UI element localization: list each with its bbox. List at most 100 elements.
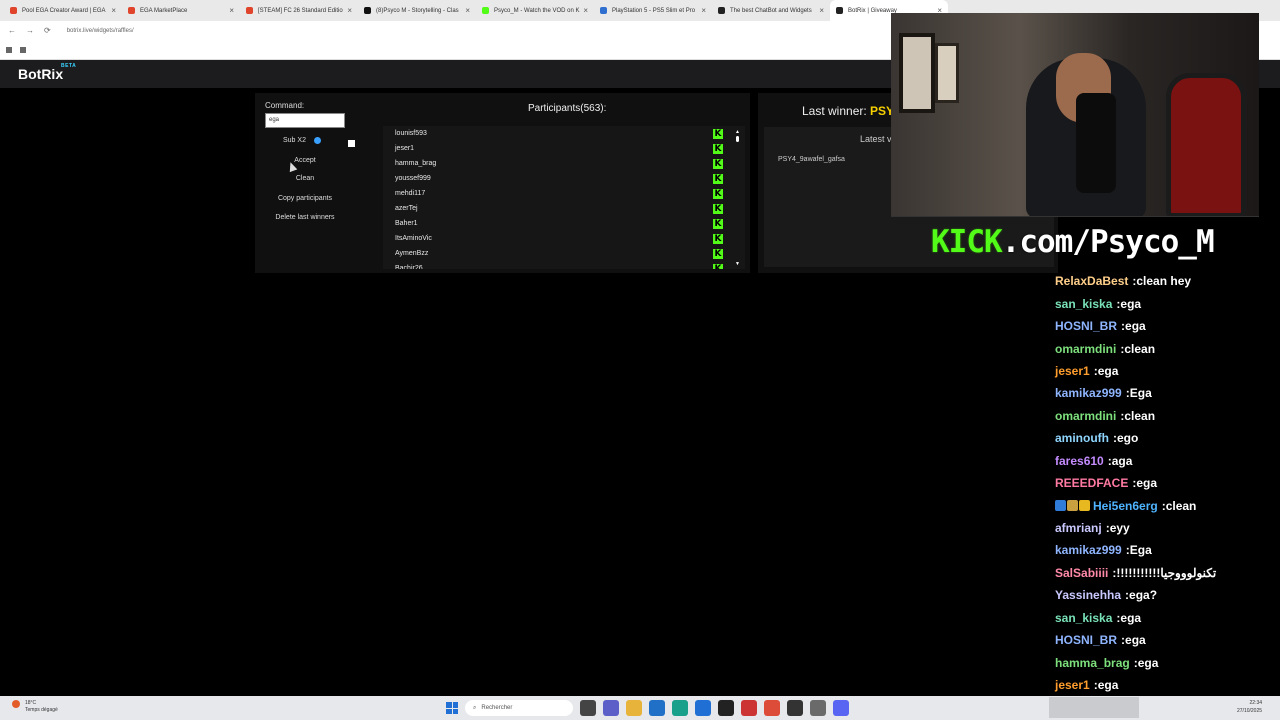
outlook-icon[interactable] <box>695 700 711 716</box>
chat-text: clean hey <box>1136 274 1192 289</box>
weather-temp: 18°C <box>25 700 37 706</box>
latest-winners-title: Latest v <box>860 134 892 144</box>
chat-message: REEEDFACE: ega <box>1055 472 1280 494</box>
copy-participants-button[interactable]: Copy participants <box>265 195 345 202</box>
wall-frame <box>899 33 935 113</box>
tab-favicon-icon <box>128 7 135 14</box>
chat-username: HOSNI_BR <box>1055 319 1118 334</box>
browser-tab[interactable]: Pool EGA Creator Award | EGA × <box>4 0 122 21</box>
tab-favicon-icon <box>364 7 371 14</box>
botrix-logo[interactable]: BotRix BETA <box>18 63 76 82</box>
taskbar-search[interactable]: ⌕ Rechercher <box>465 700 573 716</box>
kick-platform-icon: K <box>713 188 723 199</box>
close-tab-icon[interactable]: × <box>819 6 824 15</box>
chat-text: ega <box>1137 655 1159 670</box>
dark-app-icon[interactable] <box>787 700 803 716</box>
bookmark-icon[interactable] <box>6 46 12 53</box>
browser-tab[interactable]: PlayStation 5 - PS5 Slim et Pro × <box>594 0 712 21</box>
kick-platform-icon: K <box>713 218 723 229</box>
settings-icon[interactable] <box>810 700 826 716</box>
close-tab-icon[interactable]: × <box>465 6 470 15</box>
kick-platform-icon: K <box>713 203 723 214</box>
kick-platform-icon: K <box>713 263 723 269</box>
close-tab-icon[interactable]: × <box>701 6 706 15</box>
chat-message: kamikaz999: Ega <box>1055 382 1280 404</box>
participant-name: mehdi117 <box>395 190 426 197</box>
chat-username: kamikaz999 <box>1055 386 1122 401</box>
chat-username: Yassinehha <box>1055 588 1122 603</box>
task-view-icon[interactable] <box>580 700 596 716</box>
close-tab-icon[interactable]: × <box>347 6 352 15</box>
participant-row: AymenBzz K <box>383 246 745 261</box>
chat-message: afmrianj: eyy <box>1055 517 1280 539</box>
edge-icon[interactable] <box>672 700 688 716</box>
participant-name: jeser1 <box>395 145 415 152</box>
beta-badge: BETA <box>61 63 77 69</box>
forward-icon[interactable]: → <box>26 26 34 35</box>
app-icon[interactable] <box>741 700 757 716</box>
chat-text: ego <box>1117 431 1139 446</box>
windows-start-icon[interactable] <box>446 702 458 714</box>
back-icon[interactable]: ← <box>8 26 16 35</box>
close-tab-icon[interactable]: × <box>583 6 588 15</box>
clock-time: 22:34 <box>1249 700 1263 706</box>
user-badge-icon <box>1055 500 1066 512</box>
accept-button[interactable]: Accept <box>265 157 345 164</box>
participant-row: jeser1 K <box>383 141 745 156</box>
file-explorer-icon[interactable] <box>626 700 642 716</box>
browser-tab[interactable]: (8)Psyco M - Storytelling - Clas × <box>358 0 476 21</box>
chrome-icon[interactable] <box>764 700 780 716</box>
chat-message: san_kiska: ega <box>1055 292 1280 314</box>
discord-icon[interactable] <box>833 700 849 716</box>
store-icon[interactable] <box>649 700 665 716</box>
participant-row: Baher1 K <box>383 216 745 231</box>
tab-title: Pool EGA Creator Award | EGA <box>22 7 106 14</box>
chat-username: aminoufh <box>1055 431 1109 446</box>
chat-username: kamikaz999 <box>1055 543 1122 558</box>
url-field[interactable]: botrix.live/widgets/raffles/ <box>67 28 134 34</box>
clean-button[interactable]: Clean <box>265 175 345 182</box>
apps-grid-icon[interactable] <box>20 46 26 53</box>
participant-row: Bachir26 K <box>383 261 745 269</box>
weather-icon <box>12 700 20 708</box>
chat-text: clean <box>1124 341 1156 356</box>
chat-text: clean <box>1165 498 1197 513</box>
system-clock[interactable]: 22:34 27/10/2025 <box>1237 699 1262 715</box>
chat-username: HOSNI_BR <box>1055 633 1118 648</box>
close-tab-icon[interactable]: × <box>229 6 234 15</box>
weather-desc: Temps dégagé <box>25 707 58 713</box>
participant-row: ItsAminoVic K <box>383 231 745 246</box>
user-badge-icon <box>1079 500 1090 512</box>
kick-platform-icon: K <box>713 128 723 139</box>
user-badge-icon <box>1067 500 1078 512</box>
raffle-panel: Command: ega Sub X2 Accept Clean Copy pa… <box>255 93 750 273</box>
media-icon[interactable] <box>718 700 734 716</box>
chat-text: aga <box>1111 453 1133 468</box>
chat-username: afmrianj <box>1055 521 1102 536</box>
sub-x2-checkbox[interactable] <box>348 140 355 147</box>
chat-text: ega <box>1125 633 1146 648</box>
kick-platform-icon: K <box>713 158 723 169</box>
browser-tab[interactable]: Psyco_M - Watch the VOD on K × <box>476 0 594 21</box>
browser-tab[interactable]: EGA MarketPlace × <box>122 0 240 21</box>
chat-message: omarmdini: clean <box>1055 405 1280 427</box>
browser-tab[interactable]: The best ChatBot and Widgets × <box>712 0 830 21</box>
close-tab-icon[interactable]: × <box>111 6 116 15</box>
info-icon[interactable] <box>313 137 321 144</box>
participant-row: lounisf593 K <box>383 126 745 141</box>
command-input[interactable]: ega <box>265 113 345 128</box>
reload-icon[interactable]: ⟳ <box>44 26 51 35</box>
chat-username: san_kiska <box>1055 296 1113 311</box>
kick-platform-icon: K <box>713 143 723 154</box>
chat-username: omarmdini <box>1055 341 1117 356</box>
browser-tab[interactable]: [STEAM] FC 26 Standard Editio × <box>240 0 358 21</box>
chat-text: Ega <box>1129 386 1152 401</box>
participant-row: youssef999 K <box>383 171 745 186</box>
weather-widget[interactable]: 18°C Temps dégagé <box>12 700 58 714</box>
participants-list[interactable]: ▲ ▼ lounisf593 Kjeser1 Khamma_brag Kyoussef… <box>383 126 745 269</box>
delete-last-winners-button[interactable]: Delete last winners <box>265 214 345 221</box>
sub-x2-row: Sub X2 <box>283 137 321 144</box>
teams-icon[interactable] <box>603 700 619 716</box>
chat-username: Hei5en6erg <box>1093 498 1158 513</box>
chat-message: fares610: aga <box>1055 450 1280 472</box>
